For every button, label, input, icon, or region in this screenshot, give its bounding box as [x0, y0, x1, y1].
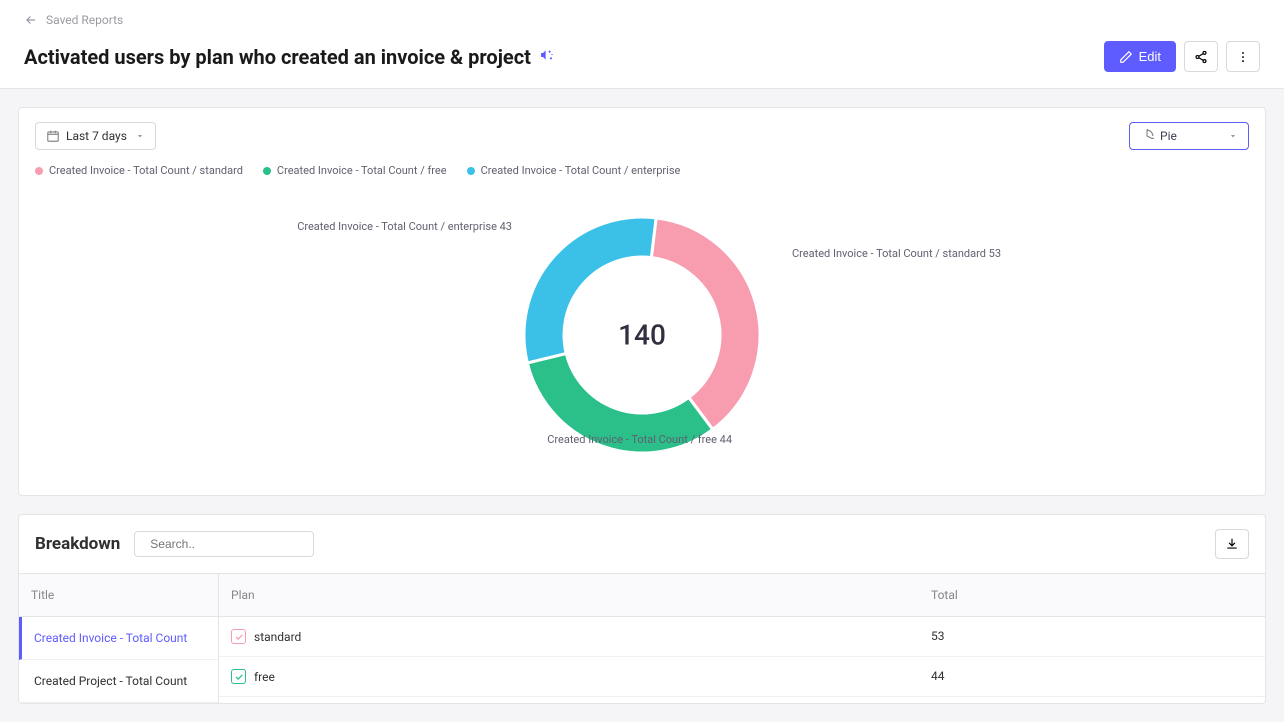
download-button[interactable] — [1215, 529, 1249, 559]
breakdown-title: Breakdown — [35, 534, 120, 554]
swatch-free — [263, 167, 271, 175]
chevron-down-icon — [135, 131, 145, 141]
share-button[interactable] — [1184, 41, 1218, 72]
sidebar-item-created-project[interactable]: Created Project - Total Count — [19, 660, 218, 703]
chevron-down-icon — [1228, 131, 1238, 141]
edit-button[interactable]: Edit — [1104, 41, 1176, 72]
edit-label: Edit — [1139, 49, 1161, 64]
side-header: Title — [19, 574, 218, 617]
arrow-left-icon — [24, 13, 38, 27]
page-title: Activated users by plan who created an i… — [24, 45, 531, 69]
search-icon — [143, 537, 144, 551]
table-row: standard 53 — [219, 617, 1265, 657]
more-vertical-icon — [1236, 50, 1250, 64]
date-range-label: Last 7 days — [66, 129, 127, 143]
pencil-icon — [1119, 50, 1133, 64]
check-standard[interactable] — [231, 629, 246, 644]
pie-chart-icon — [1140, 129, 1154, 143]
back-label: Saved Reports — [46, 13, 123, 27]
search-input[interactable] — [150, 537, 305, 551]
plan-name: standard — [254, 630, 301, 644]
viz-type-label: Pie — [1160, 129, 1177, 143]
column-plan: Plan — [219, 574, 919, 616]
back-to-saved-reports[interactable]: Saved Reports — [24, 13, 123, 27]
legend-label: Created Invoice - Total Count / enterpri… — [481, 164, 681, 177]
sidebar-item-created-invoice[interactable]: Created Invoice - Total Count — [19, 617, 218, 660]
table-row: free 44 — [219, 657, 1265, 697]
download-icon — [1225, 537, 1239, 551]
legend-item: Created Invoice - Total Count / enterpri… — [467, 164, 681, 177]
donut-total: 140 — [618, 319, 666, 352]
slice-label-free: Created Invoice - Total Count / free 44 — [547, 433, 732, 446]
breakdown-search[interactable] — [134, 531, 314, 557]
share-icon — [1194, 50, 1208, 64]
slice-label-standard: Created Invoice - Total Count / standard… — [792, 247, 1001, 260]
plan-name: free — [254, 670, 275, 684]
date-range-dropdown[interactable]: Last 7 days — [35, 122, 156, 150]
viz-type-dropdown[interactable]: Pie — [1129, 122, 1249, 150]
breakdown-table: Plan Total standard 53 free 44 — [219, 574, 1265, 703]
calendar-icon — [46, 129, 60, 143]
plan-total: 44 — [919, 657, 1265, 696]
column-total: Total — [919, 574, 1265, 616]
swatch-enterprise — [467, 167, 475, 175]
plan-total: 53 — [919, 617, 1265, 656]
swatch-standard — [35, 167, 43, 175]
legend-label: Created Invoice - Total Count / free — [277, 164, 447, 177]
slice-label-enterprise: Created Invoice - Total Count / enterpri… — [297, 220, 512, 233]
breakdown-card: Breakdown Title Created Invoice - Total … — [18, 514, 1266, 704]
breakdown-sidebar: Title Created Invoice - Total Count Crea… — [19, 574, 219, 703]
legend-item: Created Invoice - Total Count / standard — [35, 164, 243, 177]
megaphone-icon[interactable] — [539, 47, 555, 67]
donut-chart: 140 Created Invoice - Total Count / stan… — [35, 185, 1249, 485]
legend-item: Created Invoice - Total Count / free — [263, 164, 447, 177]
chart-legend: Created Invoice - Total Count / standard… — [35, 164, 1249, 177]
more-options-button[interactable] — [1226, 41, 1260, 72]
chart-card: Last 7 days Pie Created Invoice - Total … — [18, 107, 1266, 496]
legend-label: Created Invoice - Total Count / standard — [49, 164, 243, 177]
check-free[interactable] — [231, 669, 246, 684]
